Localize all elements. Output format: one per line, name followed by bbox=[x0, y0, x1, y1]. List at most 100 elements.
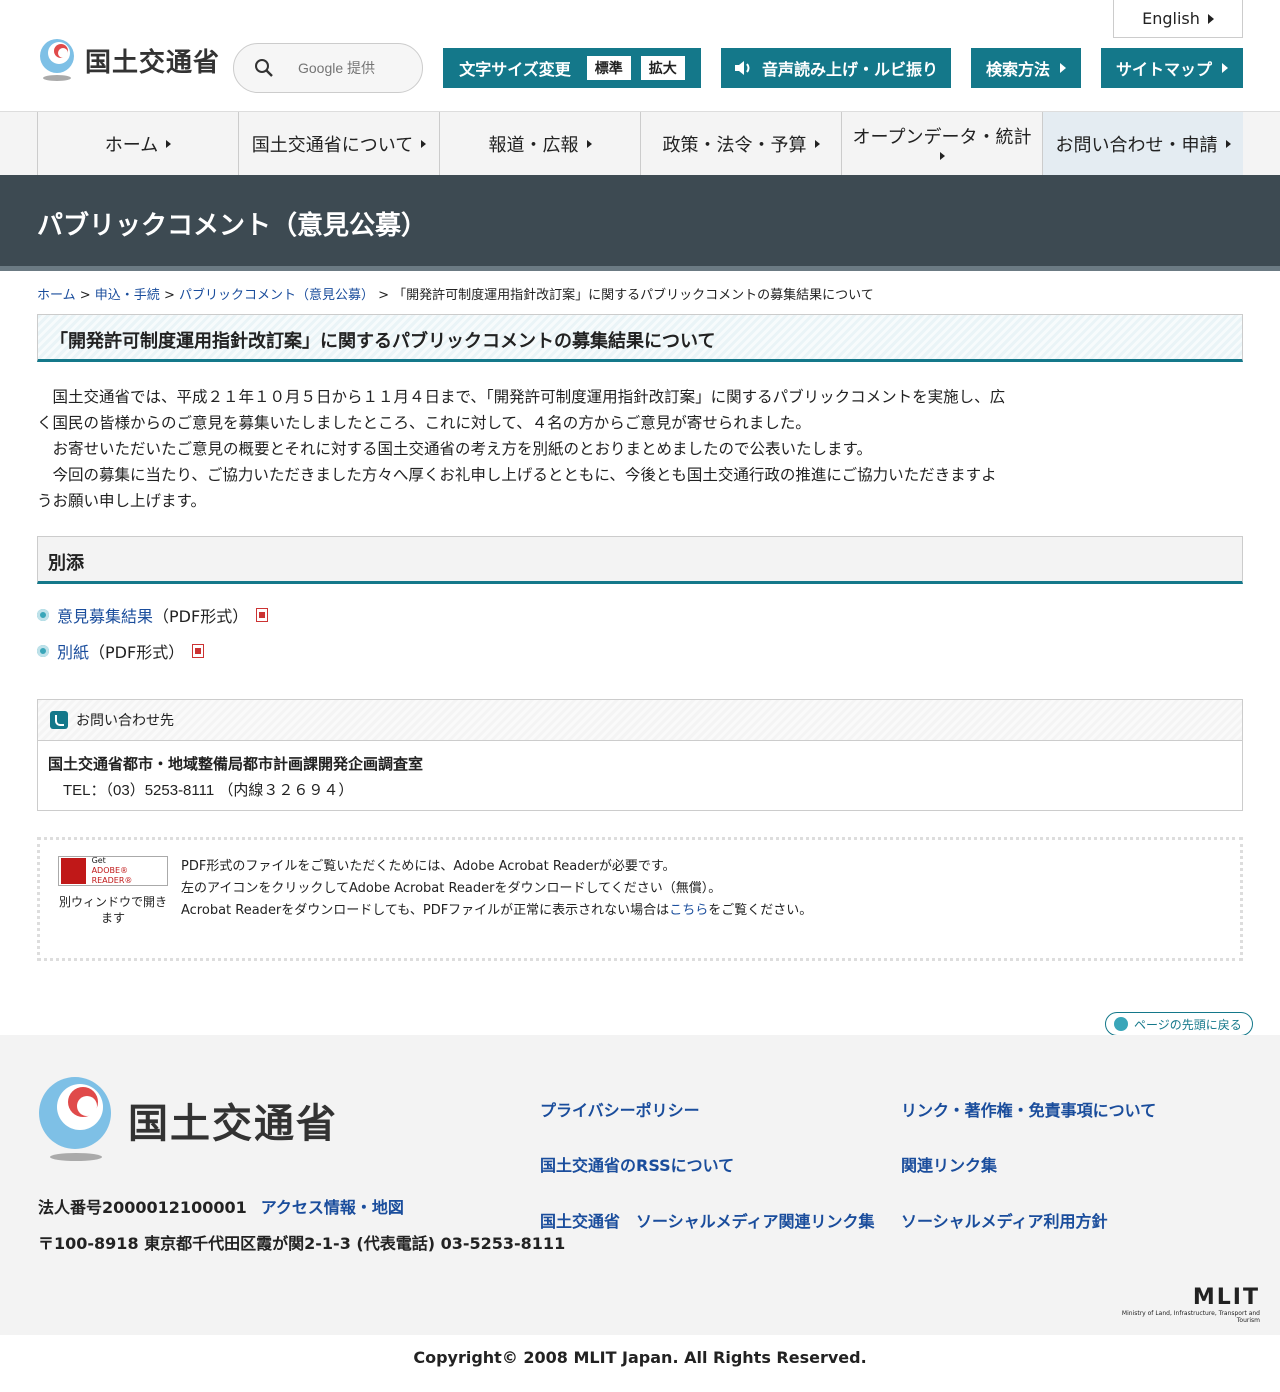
arrow-right-icon bbox=[166, 139, 172, 148]
acrobat-line: Acrobat Readerをダウンロードしても、PDFファイルが正常に表示され… bbox=[181, 900, 812, 922]
nav-label: 報道・広報 bbox=[488, 134, 579, 156]
page-title-band: パブリックコメント（意見公募） bbox=[0, 175, 1280, 271]
arrow-right-icon bbox=[1225, 139, 1231, 148]
nav-label: 政策・法令・予算 bbox=[662, 134, 807, 156]
nav-policy[interactable]: 政策・法令・予算 bbox=[640, 112, 841, 175]
font-size-control: 文字サイズ変更 標準 拡大 bbox=[443, 48, 701, 88]
footer-link-related[interactable]: 関連リンク集 bbox=[901, 1152, 997, 1176]
access-link[interactable]: アクセス情報・地図 bbox=[261, 1198, 404, 1217]
attachments-heading-box: 別添 bbox=[37, 536, 1243, 584]
attachment-link-appendix[interactable]: 別紙 bbox=[57, 639, 89, 663]
attachments-heading: 別添 bbox=[48, 553, 84, 574]
footer-info-row: 法人番号2000012100001 アクセス情報・地図 bbox=[38, 1190, 565, 1226]
acrobat-line-text: Acrobat Readerをダウンロードしても、PDFファイルが正常に表示され… bbox=[181, 903, 670, 918]
english-button[interactable]: English bbox=[1113, 0, 1243, 38]
contact-header: お問い合わせ先 bbox=[38, 700, 1242, 741]
article-paragraph: お寄せいただいたご意見の概要とそれに対する国土交通省の考え方を別紙のとおりまとめ… bbox=[37, 440, 873, 458]
page-title: パブリックコメント（意見公募） bbox=[37, 211, 428, 241]
article-paragraph: 国土交通省では、平成２１年１０月５日から１１月４日まで、「開発許可制度運用指針改… bbox=[37, 388, 1006, 432]
article-paragraph: 今回の募集に当たり、ご協力いただきました方々へ厚くお礼申し上げるとともに、今後と… bbox=[37, 466, 997, 510]
mlit-wordmark: MLIT Ministry of Land, Infrastructure, T… bbox=[1100, 1285, 1260, 1324]
list-item: 意見募集結果 （PDF形式） bbox=[37, 603, 269, 627]
search-method-button[interactable]: 検索方法 bbox=[971, 48, 1081, 88]
breadcrumb-apply[interactable]: 申込・手続 bbox=[95, 288, 160, 303]
voice-button[interactable]: 音声読み上げ・ルビ振り bbox=[721, 48, 951, 88]
page-top-label: ページの先頭に戻る bbox=[1134, 1017, 1242, 1032]
breadcrumb-separator: > bbox=[159, 288, 179, 303]
attachment-format: （PDF形式） bbox=[153, 607, 249, 626]
corp-number: 法人番号2000012100001 bbox=[38, 1198, 247, 1217]
footer-logo-text: 国土交通省 bbox=[128, 1101, 338, 1147]
sitemap-button[interactable]: サイトマップ bbox=[1101, 48, 1243, 88]
acrobat-help-link[interactable]: こちら bbox=[669, 903, 708, 918]
article-heading-box: 「開発許可制度運用指針改訂案」に関するパブリックコメントの募集結果について bbox=[37, 314, 1243, 362]
list-item: 別紙 （PDF形式） bbox=[37, 639, 268, 663]
attachment-link-results[interactable]: 意見募集結果 bbox=[57, 603, 153, 627]
arrow-right-icon bbox=[939, 151, 945, 160]
acrobat-text: PDF形式のファイルをご覧いただくためには、Adobe Acrobat Read… bbox=[181, 856, 812, 922]
site-logo[interactable]: 国土交通省 bbox=[37, 38, 220, 82]
sitemap-label: サイトマップ bbox=[1115, 60, 1212, 79]
breadcrumb-separator: > bbox=[75, 288, 95, 303]
article-body: 国土交通省では、平成２１年１０月５日から１１月４日まで、「開発許可制度運用指針改… bbox=[37, 384, 1007, 514]
bullet-icon bbox=[37, 609, 49, 621]
search-icon[interactable] bbox=[254, 58, 274, 78]
breadcrumb-home[interactable]: ホーム bbox=[37, 288, 76, 303]
font-size-label: 文字サイズ変更 bbox=[459, 60, 571, 79]
arrow-right-icon bbox=[421, 139, 427, 148]
mlit-logo-text: MLIT bbox=[1192, 1285, 1260, 1310]
breadcrumb: ホーム > 申込・手続 > パブリックコメント（意見公募） > 「開発許可制度運… bbox=[37, 284, 874, 303]
nav-press[interactable]: 報道・広報 bbox=[439, 112, 640, 175]
adobe-badge-text: Get ADOBE® READER® bbox=[92, 856, 167, 886]
contact-heading: お問い合わせ先 bbox=[76, 713, 174, 729]
footer-logo[interactable]: 国土交通省 bbox=[38, 1077, 338, 1163]
nav-home[interactable]: ホーム bbox=[37, 112, 238, 175]
nav-label: 国土交通省について bbox=[251, 134, 414, 156]
footer-link-rss[interactable]: 国土交通省のRSSについて bbox=[540, 1152, 734, 1176]
breadcrumb-separator: > bbox=[374, 288, 394, 303]
mlit-logo-icon bbox=[39, 1077, 111, 1161]
pdf-icon bbox=[256, 608, 269, 622]
arrow-right-icon bbox=[1207, 13, 1214, 24]
attachment-format: （PDF形式） bbox=[89, 643, 185, 662]
badge-line: ADOBE® READER® bbox=[91, 866, 133, 885]
adobe-icon bbox=[61, 858, 86, 884]
page-top-button[interactable]: ページの先頭に戻る bbox=[1105, 1012, 1253, 1036]
article-heading: 「開発許可制度運用指針改訂案」に関するパブリックコメントの募集結果について bbox=[50, 331, 716, 352]
attachment-list: 意見募集結果 （PDF形式） 別紙 （PDF形式） bbox=[37, 603, 269, 675]
footer-link-privacy[interactable]: プライバシーポリシー bbox=[540, 1097, 700, 1121]
mlit-logo-icon bbox=[40, 39, 74, 81]
adobe-reader-download-button[interactable]: Get ADOBE® READER® bbox=[58, 856, 168, 886]
nav-label: オープンデータ・統計 bbox=[852, 126, 1032, 148]
global-nav: ホーム 国土交通省について 報道・広報 政策・法令・予算 オープンデータ・統計 … bbox=[0, 112, 1280, 175]
breadcrumb-pubcom[interactable]: パブリックコメント（意見公募） bbox=[179, 288, 374, 303]
font-large-button[interactable]: 拡大 bbox=[640, 56, 685, 80]
contact-box: お問い合わせ先 国土交通省都市・地域整備局都市計画課開発企画調査室 TEL：（0… bbox=[37, 699, 1243, 811]
nav-contact[interactable]: お問い合わせ・申請 bbox=[1042, 112, 1243, 175]
footer-link-social[interactable]: 国土交通省 ソーシャルメディア関連リンク集 bbox=[540, 1208, 875, 1232]
font-standard-button[interactable]: 標準 bbox=[586, 56, 631, 80]
arrow-right-icon bbox=[1060, 63, 1066, 73]
badge-line: Get bbox=[91, 856, 106, 865]
copyright: Copyright© 2008 MLIT Japan. All Rights R… bbox=[413, 1348, 867, 1367]
speaker-icon bbox=[734, 61, 750, 75]
english-label: English bbox=[1142, 9, 1200, 28]
voice-label: 音声読み上げ・ルビ振り bbox=[761, 60, 938, 79]
arrow-right-icon bbox=[814, 139, 820, 148]
arrow-up-icon bbox=[1114, 1017, 1128, 1031]
nav-label: ホーム bbox=[104, 134, 159, 156]
acrobat-line: PDF形式のファイルをご覧いただくためには、Adobe Acrobat Read… bbox=[181, 859, 676, 874]
nav-opendata[interactable]: オープンデータ・統計 bbox=[841, 112, 1042, 175]
phone-icon bbox=[50, 711, 68, 729]
contact-body: 国土交通省都市・地域整備局都市計画課開発企画調査室 TEL：（03）5253-8… bbox=[38, 741, 1242, 814]
arrow-right-icon bbox=[1222, 63, 1228, 73]
footer-link-social-policy[interactable]: ソーシャルメディア利用方針 bbox=[901, 1208, 1108, 1232]
search-input[interactable] bbox=[298, 60, 408, 76]
contact-tel: TEL：（03）5253-8111 （内線３２６９４） bbox=[48, 782, 354, 799]
acrobat-line: 左のアイコンをクリックしてAdobe Acrobat Readerをダウンロード… bbox=[181, 881, 722, 896]
footer-link-copyright[interactable]: リンク・著作権・免責事項について bbox=[901, 1097, 1156, 1121]
nav-about[interactable]: 国土交通省について bbox=[238, 112, 439, 175]
footer-address: 〒100-8918 東京都千代田区霞が関2-1-3 (代表電話) 03-5253… bbox=[38, 1234, 566, 1253]
acrobat-caption: 別ウィンドウで開きます bbox=[58, 895, 167, 925]
pdf-icon bbox=[192, 644, 205, 658]
